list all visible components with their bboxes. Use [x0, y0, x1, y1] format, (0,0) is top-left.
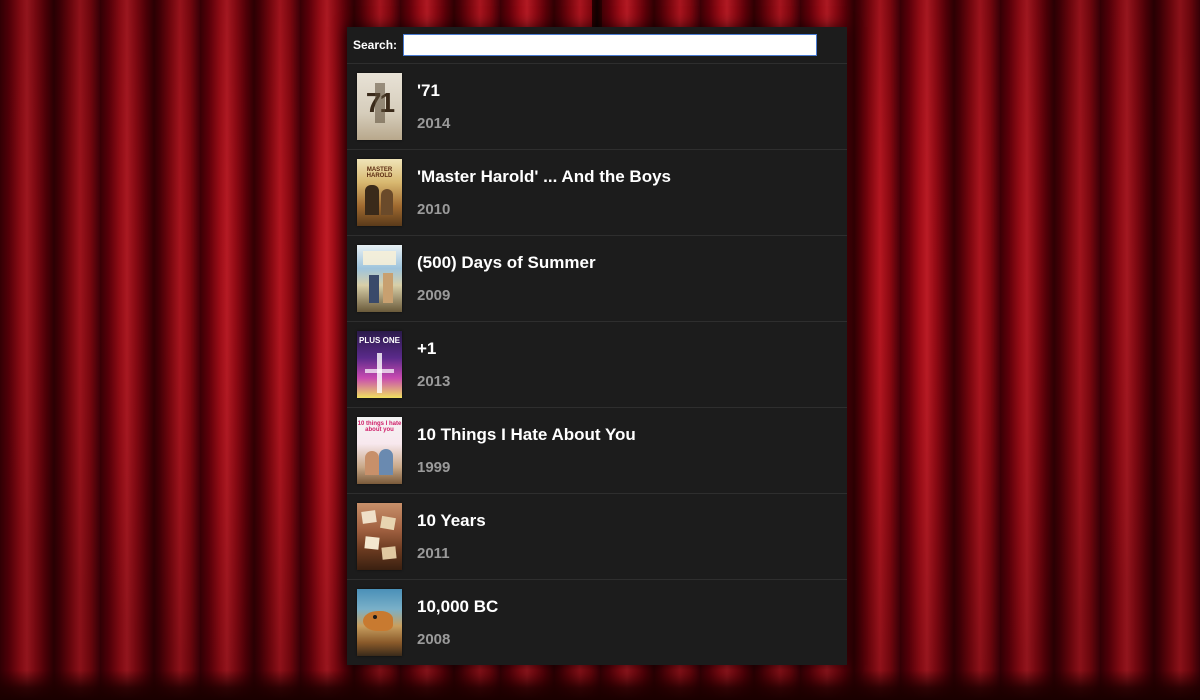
movie-poster — [357, 503, 402, 570]
movie-title: (500) Days of Summer — [417, 253, 596, 272]
movie-year: 2013 — [417, 373, 451, 390]
movie-item[interactable]: 71 '71 2014 — [347, 64, 847, 150]
movie-poster: 10 things I hate about you — [357, 417, 402, 484]
movie-title: 10 Things I Hate About You — [417, 425, 636, 444]
poster-text: MASTER HAROLD — [366, 167, 393, 179]
curtain-background: Search: 71 '71 2014 MASTER HAROLD — [0, 0, 1200, 700]
movie-item[interactable]: MASTER HAROLD 'Master Harold' ... And th… — [347, 150, 847, 236]
movie-title: '71 — [417, 81, 440, 100]
movie-poster — [357, 589, 402, 656]
poster-text: 10 things I hate about you — [357, 421, 402, 433]
movie-year: 2010 — [417, 201, 451, 218]
movie-item[interactable]: PLUS ONE +1 2013 — [347, 322, 847, 408]
movie-year: 2009 — [417, 287, 451, 304]
movie-item[interactable]: 10 things I hate about you 10 Things I H… — [347, 408, 847, 494]
movie-title: 10 Years — [417, 511, 486, 530]
movie-item[interactable]: 10,000 BC 2008 — [347, 580, 847, 665]
movie-poster: PLUS ONE — [357, 331, 402, 398]
movie-year: 2014 — [417, 115, 451, 132]
search-input[interactable] — [403, 34, 818, 56]
movie-title: 'Master Harold' ... And the Boys — [417, 167, 671, 186]
movie-browser-panel: Search: 71 '71 2014 MASTER HAROLD — [347, 27, 847, 665]
search-label: Search: — [353, 38, 398, 52]
movie-item[interactable]: (500) Days of Summer 2009 — [347, 236, 847, 322]
movie-poster: MASTER HAROLD — [357, 159, 402, 226]
movie-list: 71 '71 2014 MASTER HAROLD 'Master Harold… — [347, 64, 847, 665]
movie-item[interactable]: 10 Years 2011 — [347, 494, 847, 580]
movie-year: 2008 — [417, 631, 451, 648]
movie-poster: 71 — [357, 73, 402, 140]
movie-year: 1999 — [417, 459, 451, 476]
movie-poster — [357, 245, 402, 312]
movie-title: 10,000 BC — [417, 597, 499, 616]
search-bar: Search: — [347, 27, 847, 64]
poster-text: PLUS ONE — [359, 336, 400, 345]
movie-year: 2011 — [417, 545, 450, 562]
movie-title: +1 — [417, 339, 437, 358]
